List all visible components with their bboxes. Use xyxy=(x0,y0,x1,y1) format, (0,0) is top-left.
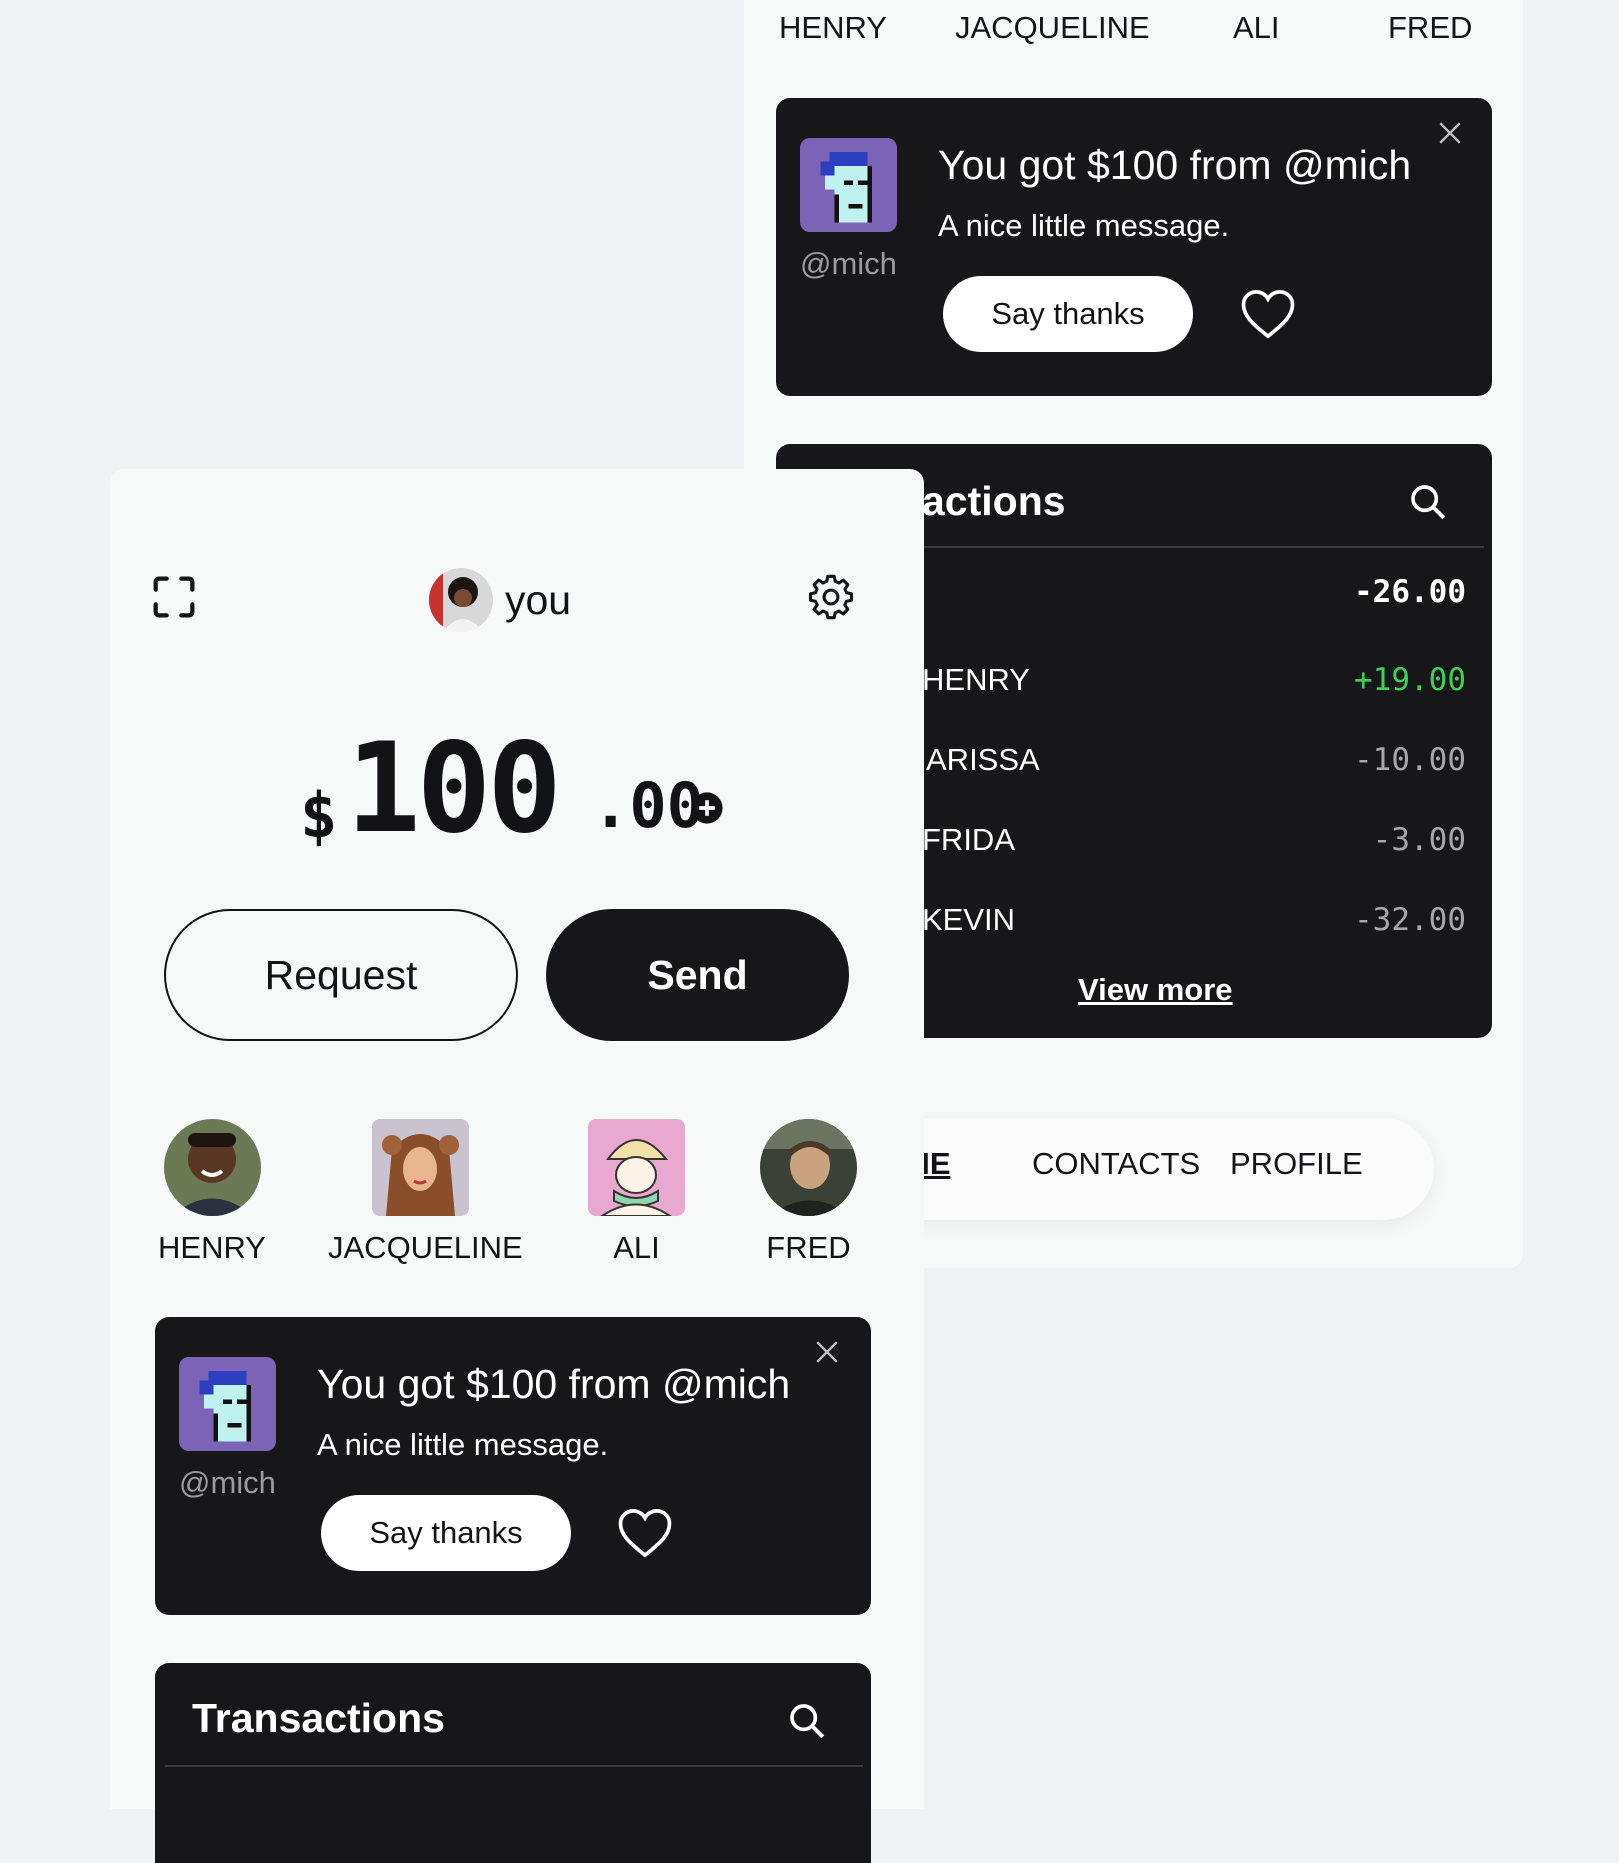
tx-amount: -3.00 xyxy=(1372,822,1466,858)
mich-avatar[interactable] xyxy=(179,1357,276,1451)
divider xyxy=(165,1765,863,1767)
tx-name[interactable]: KEVIN xyxy=(922,902,1015,938)
contacts-strip: HENRY JACQUELINE ALI FRED xyxy=(744,0,1523,60)
balance-currency: $ xyxy=(300,779,338,852)
tx-amount: -26.00 xyxy=(1354,574,1466,610)
mich-avatar[interactable] xyxy=(800,138,897,232)
contact-name-jacqueline[interactable]: JACQUELINE xyxy=(955,10,1150,46)
user-name: you xyxy=(505,576,572,623)
contact-name-henry[interactable]: HENRY xyxy=(779,10,887,46)
tx-name[interactable]: ARISSA xyxy=(926,742,1040,778)
send-button[interactable]: Send xyxy=(546,909,849,1041)
contact-name: HENRY xyxy=(158,1230,266,1265)
jacqueline-avatar xyxy=(371,1119,469,1216)
say-thanks-button[interactable]: Say thanks xyxy=(321,1495,571,1571)
balance-decimals: .00 xyxy=(592,769,704,842)
say-thanks-button[interactable]: Say thanks xyxy=(943,276,1193,352)
close-icon[interactable] xyxy=(1437,120,1463,146)
transactions-card: Transactions xyxy=(155,1663,871,1863)
henry-avatar xyxy=(163,1119,261,1216)
contact-henry[interactable]: HENRY xyxy=(150,1119,274,1266)
notification-message: A nice little message. xyxy=(938,208,1230,243)
nav-profile[interactable]: PROFILE xyxy=(1230,1146,1363,1182)
fred-avatar xyxy=(760,1119,857,1216)
transactions-title: actions xyxy=(922,478,1066,524)
gear-icon[interactable] xyxy=(808,574,854,620)
balance-display: $ 100 .00 xyxy=(110,717,924,861)
tx-amount: +19.00 xyxy=(1354,662,1466,698)
ali-avatar xyxy=(588,1119,685,1216)
notification-card: @mich You got $100 from @mich A nice lit… xyxy=(155,1317,871,1615)
user-chip[interactable]: you xyxy=(429,567,571,633)
heart-icon[interactable] xyxy=(1240,288,1296,340)
scan-icon[interactable] xyxy=(152,575,196,619)
contact-name: JACQUELINE xyxy=(328,1230,523,1265)
bottom-nav: ME CONTACTS PROFILE xyxy=(844,1118,1434,1220)
close-icon[interactable] xyxy=(814,1339,840,1365)
nav-contacts[interactable]: CONTACTS xyxy=(1032,1146,1200,1182)
notification-card: @mich You got $100 from @mich A nice lit… xyxy=(776,98,1492,396)
contact-name: FRED xyxy=(766,1230,851,1265)
balance-integer: 100 xyxy=(346,717,562,861)
contact-name-ali[interactable]: ALI xyxy=(1233,10,1280,46)
contact-name: ALI xyxy=(613,1230,660,1265)
notification-title: You got $100 from @mich xyxy=(938,142,1412,188)
notification-message: A nice little message. xyxy=(317,1427,609,1462)
tx-amount: -10.00 xyxy=(1354,742,1466,778)
front-screen: you $ 100 .00 Request Send HENRY JACQUEL… xyxy=(110,469,924,1863)
transactions-title: Transactions xyxy=(192,1695,445,1741)
view-more-link[interactable]: View more xyxy=(1078,972,1233,1008)
search-icon[interactable] xyxy=(1408,482,1448,522)
plus-circle-icon[interactable] xyxy=(690,791,724,825)
contact-fred[interactable]: FRED xyxy=(760,1119,857,1266)
search-icon[interactable] xyxy=(787,1701,827,1741)
tx-name[interactable]: FRIDA xyxy=(922,822,1015,858)
tx-name[interactable]: HENRY xyxy=(922,662,1030,698)
sender-handle: @mich xyxy=(179,1465,276,1500)
tx-amount: -32.00 xyxy=(1354,902,1466,938)
request-button[interactable]: Request xyxy=(164,909,518,1041)
notification-title: You got $100 from @mich xyxy=(317,1361,791,1407)
contact-ali[interactable]: ALI xyxy=(588,1119,685,1266)
contact-name-fred[interactable]: FRED xyxy=(1388,10,1472,46)
heart-icon[interactable] xyxy=(617,1507,673,1559)
sender-handle: @mich xyxy=(800,246,897,281)
contact-jacqueline[interactable]: JACQUELINE xyxy=(328,1119,523,1266)
user-avatar xyxy=(429,568,493,632)
